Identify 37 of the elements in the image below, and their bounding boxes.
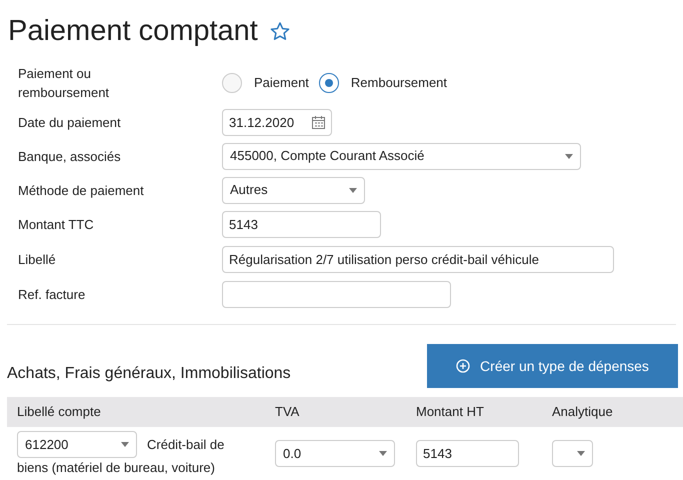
- date-field[interactable]: 31.12.2020: [222, 109, 332, 136]
- input-field[interactable]: Régularisation 2/7 utilisation perso crédit-bail véhicule: [222, 246, 614, 273]
- field-label: Banque, associés: [18, 148, 121, 166]
- caret-icon: [379, 451, 387, 456]
- tva-select[interactable]: 0.0: [275, 440, 395, 467]
- select-field[interactable]: 455000, Compte Courant Associé: [222, 142, 581, 170]
- input-field[interactable]: 5143: [416, 440, 519, 467]
- column-header: Analytique: [552, 403, 614, 422]
- radio-button[interactable]: [222, 73, 242, 93]
- caret-icon: [121, 442, 129, 447]
- radio-label[interactable]: Paiement: [254, 73, 309, 93]
- input-field[interactable]: 5143: [222, 211, 381, 238]
- caret-icon: [577, 451, 585, 456]
- radio-label[interactable]: Remboursement: [350, 73, 448, 93]
- field-label: Méthode de paiement: [18, 182, 144, 200]
- field-label: Date du paiement: [18, 114, 121, 132]
- column-header: TVA: [275, 403, 300, 422]
- select-field[interactable]: Autres: [222, 176, 365, 204]
- account-label: biens (matériel de bureau, voiture): [17, 460, 215, 476]
- column-header: Libellé compte: [16, 403, 102, 422]
- page-title: Paiement comptant: [8, 16, 258, 46]
- input-field[interactable]: [222, 281, 451, 308]
- section-title: Achats, Frais généraux, Immobilisations: [7, 366, 291, 382]
- field-label: Ref. facture: [18, 286, 86, 304]
- caret-icon: [349, 188, 357, 192]
- field-label: Montant TTC: [18, 216, 94, 234]
- account-label: Crédit-bail de: [147, 436, 224, 454]
- caret-icon: [565, 154, 573, 158]
- calendar-icon[interactable]: [312, 116, 325, 129]
- star-icon[interactable]: [270, 22, 290, 40]
- radio-button[interactable]: [318, 73, 339, 93]
- create-button[interactable]: Créer un type de dépenses: [427, 344, 678, 388]
- plus-circle-icon: [456, 359, 470, 373]
- column-header: Montant HT: [416, 403, 485, 422]
- field-label: Paiement ou remboursement: [18, 65, 110, 102]
- account-select[interactable]: 612200: [17, 431, 137, 458]
- field-label: Libellé: [18, 251, 56, 269]
